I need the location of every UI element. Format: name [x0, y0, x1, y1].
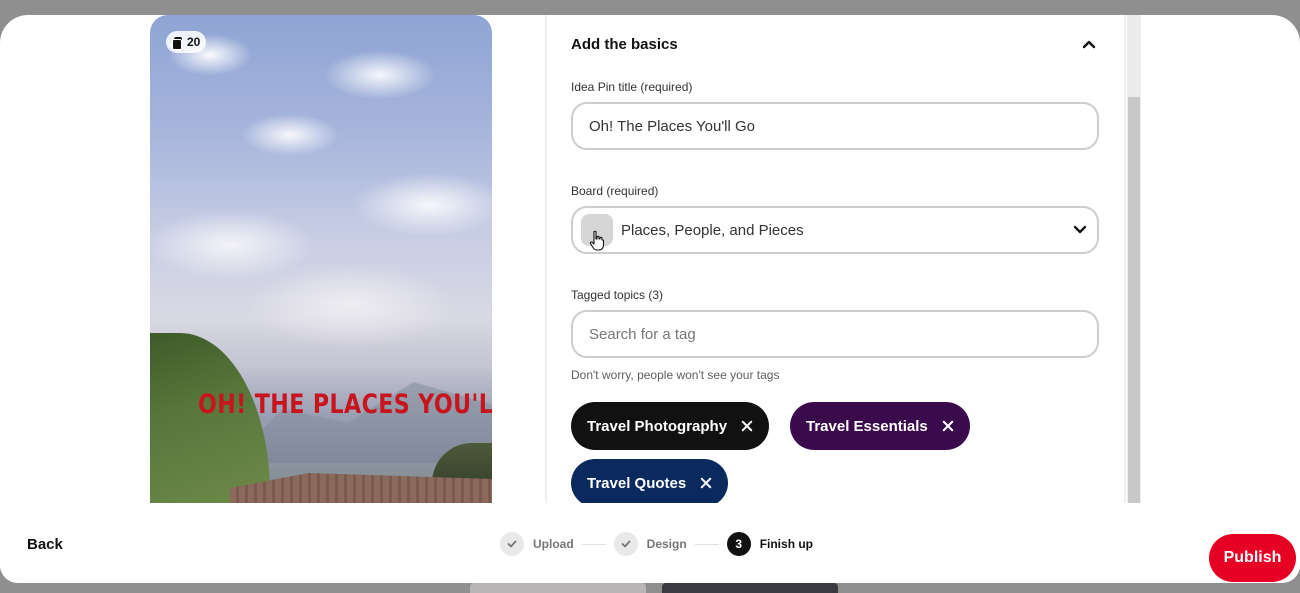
- step-finish-up: 3 Finish up: [726, 532, 814, 556]
- step-design: Design: [613, 532, 687, 556]
- tag-label: Travel Quotes: [587, 474, 687, 492]
- check-icon: [500, 532, 524, 556]
- tag-label: Travel Essentials: [806, 417, 928, 435]
- remove-tag-icon[interactable]: [942, 420, 954, 432]
- section-title: Add the basics: [571, 36, 678, 53]
- title-input[interactable]: [571, 102, 1099, 150]
- tag-chip[interactable]: Travel Quotes: [571, 459, 729, 507]
- hand-cursor-icon: [589, 230, 605, 251]
- progress-steps: Upload Design 3 Finish up: [500, 532, 813, 556]
- pages-icon: [172, 36, 183, 50]
- page-count-badge: 20: [166, 31, 207, 53]
- publish-button[interactable]: Publish: [1209, 534, 1296, 582]
- chevron-up-icon[interactable]: [1082, 37, 1096, 51]
- step-number: 3: [726, 532, 751, 556]
- topics-label: Tagged topics (3): [571, 288, 664, 302]
- step-separator: [581, 543, 606, 545]
- remove-tag-icon[interactable]: [700, 477, 712, 489]
- board-select[interactable]: Places, People, and Pieces: [571, 206, 1099, 254]
- page-count-value: 20: [187, 35, 201, 49]
- board-thumbnail: [581, 214, 613, 251]
- background-thumbnail: [470, 583, 646, 593]
- step-label: Finish up: [759, 537, 814, 551]
- step-label: Design: [646, 537, 687, 551]
- board-name: Places, People, and Pieces: [621, 221, 804, 239]
- tag-label: Travel Photography: [587, 417, 728, 435]
- tags-helper-text: Don't worry, people won't see your tags: [571, 368, 780, 382]
- tag-search-input[interactable]: [571, 310, 1099, 358]
- chevron-down-icon: [1073, 225, 1087, 234]
- preview-overlay-text: OH! THE PLACES YOU'LL GO: [198, 389, 492, 420]
- step-label: Upload: [533, 537, 574, 551]
- modal-footer: Back Upload Design 3 Finish up Publish: [0, 503, 1300, 583]
- idea-pin-modal: OH! THE PLACES YOU'LL GO 20 Add the basi…: [0, 15, 1300, 583]
- tag-chip[interactable]: Travel Essentials: [790, 402, 970, 450]
- board-label: Board (required): [571, 184, 659, 198]
- details-panel: Add the basics Idea Pin title (required)…: [545, 15, 1126, 507]
- check-icon: [613, 532, 638, 556]
- pin-preview-image: OH! THE PLACES YOU'LL GO 20: [150, 15, 492, 503]
- step-upload: Upload: [500, 532, 574, 556]
- scrollbar-thumb[interactable]: [1128, 97, 1140, 503]
- title-label: Idea Pin title (required): [571, 80, 693, 94]
- tag-chip[interactable]: Travel Photography: [571, 402, 770, 450]
- remove-tag-icon[interactable]: [741, 420, 753, 432]
- step-separator: [694, 543, 719, 545]
- back-button[interactable]: Back: [27, 536, 63, 553]
- background-thumbnail: [662, 583, 838, 593]
